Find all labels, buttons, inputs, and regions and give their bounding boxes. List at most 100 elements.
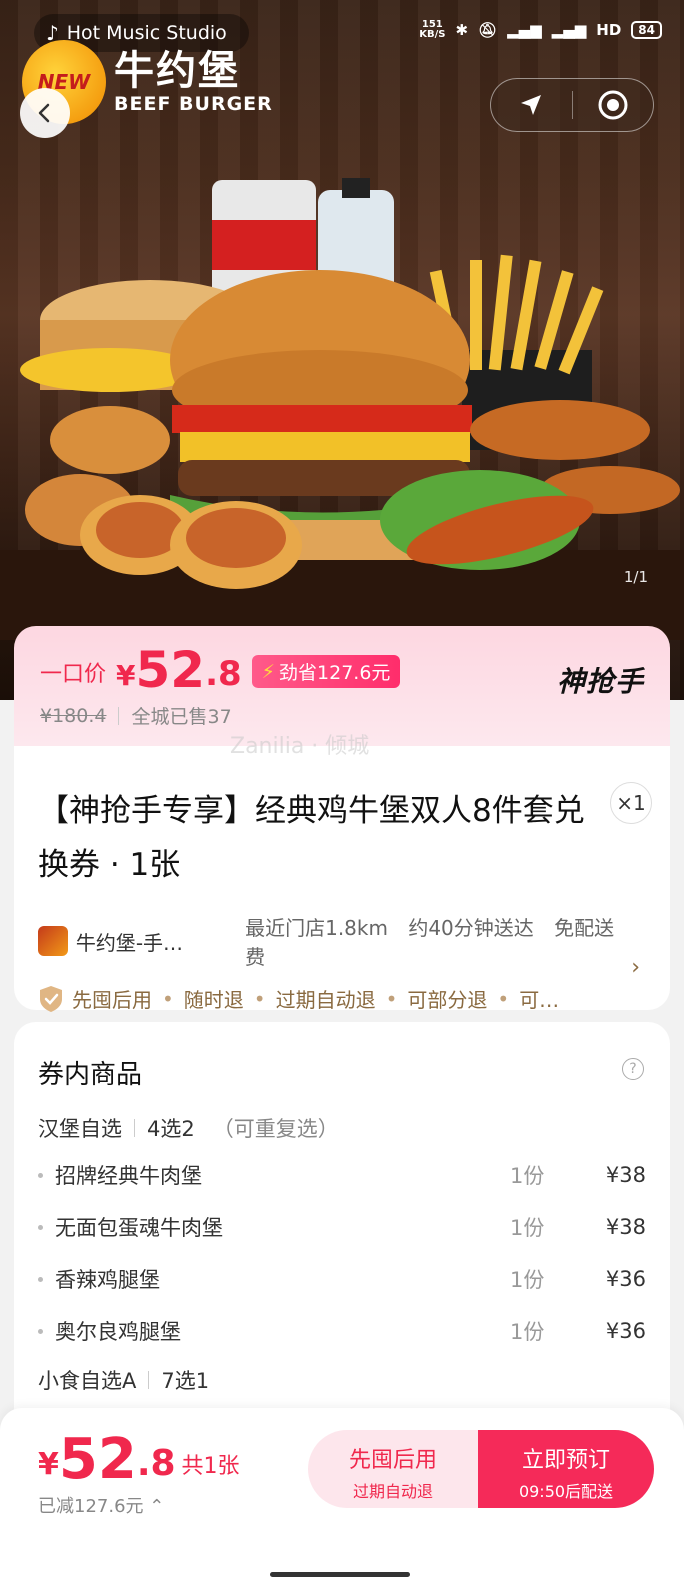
button-label: 先囤后用: [348, 1448, 437, 1473]
shield-check-icon: [40, 985, 62, 1012]
home-indicator[interactable]: [270, 1572, 410, 1577]
network-label: HD: [596, 21, 622, 39]
bottom-safe-area: [0, 1524, 684, 1596]
capsule-menu: [490, 78, 654, 132]
group-hint: （可重复选）: [212, 1117, 339, 1141]
group-header: 汉堡自选 4选2 （可重复选）: [38, 1113, 646, 1143]
saved-amount[interactable]: 已减127.6元 ⌃: [38, 1492, 164, 1518]
item-name: 无面包蛋魂牛肉堡: [55, 1216, 223, 1240]
guarantee-tags[interactable]: 先囤后用 • 随时退 • 过期自动退 • 可部分退 • 可…: [38, 984, 646, 1013]
store-row[interactable]: 牛约堡-手… 最近门店1.8km 约40分钟送达 免配送费: [38, 912, 646, 970]
battery-icon: 84: [631, 21, 662, 39]
bullet: [38, 1276, 43, 1282]
price-label: 一口价: [40, 662, 107, 687]
item-portion: 1份: [510, 1216, 545, 1240]
tag-dot: •: [253, 986, 266, 1011]
item-price: ¥36: [605, 1319, 646, 1343]
target-circle-icon: [598, 90, 628, 120]
network-speed: 151 KB/S: [419, 19, 446, 40]
contents-title: 券内商品: [38, 1060, 143, 1090]
tag-dot: •: [497, 986, 510, 1011]
divider: [118, 706, 120, 725]
buy-now-use-later-button[interactable]: 先囤后用 过期自动退: [308, 1430, 478, 1508]
currency-symbol: ¥: [116, 659, 136, 692]
chevron-up-icon: ⌃: [149, 1496, 165, 1517]
bullet: [38, 1224, 43, 1230]
divider: [134, 1119, 135, 1137]
item-name: 招牌经典牛肉堡: [55, 1164, 202, 1188]
signal-icon: ▂▄▆: [507, 21, 542, 39]
item-name: 奥尔良鸡腿堡: [55, 1320, 181, 1344]
button-label: 立即预订: [521, 1448, 610, 1473]
tag-item: 先囤后用: [72, 988, 152, 1012]
item-price: ¥38: [605, 1163, 646, 1187]
price-decimal: .8: [136, 1443, 176, 1484]
list-item: 奥尔良鸡腿堡 1份 ¥36: [38, 1305, 646, 1357]
price-integer: 52: [135, 641, 206, 699]
tag-dot: •: [385, 986, 398, 1011]
price-decimal: .8: [205, 654, 242, 694]
item-portion: 1份: [510, 1268, 545, 1292]
quantity-badge: ×1: [610, 782, 652, 824]
list-item: 香辣鸡腿堡 1份 ¥36: [38, 1253, 646, 1305]
list-item: 无面包蛋魂牛肉堡 1份 ¥38: [38, 1201, 646, 1253]
brand-name-en: BEEF BURGER: [114, 93, 273, 115]
deal-detail-card: Zanilia · 倾城 【神抢手专享】经典鸡牛堡双人8件套兑换券 · 1张 ×…: [14, 734, 670, 1013]
button-sublabel: 09:50后配送: [518, 1482, 614, 1501]
list-item: 招牌经典牛肉堡 1份 ¥38: [38, 1149, 646, 1201]
price-integer: 52: [58, 1427, 137, 1492]
location-button[interactable]: [491, 78, 572, 132]
store-name: 牛约堡-手…: [75, 930, 184, 955]
original-price: ¥180.4: [40, 704, 107, 727]
group-name: 小食自选A: [38, 1369, 137, 1393]
watermark: Zanilia · 倾城: [230, 734, 370, 759]
gallery-counter: 1/1: [623, 568, 648, 586]
brand-name-cn: 牛约堡: [114, 48, 240, 94]
item-price: ¥36: [605, 1267, 646, 1291]
tag-item: 过期自动退: [275, 988, 376, 1012]
tag-dot: •: [162, 986, 174, 1011]
currency-symbol: ¥: [38, 1447, 59, 1482]
sold-count: 全城已售37: [131, 706, 232, 728]
hero-banner: ♪ Hot Music Studio 151 KB/S ✱ 🔕︎ ▂▄▆ ▂▄▆…: [0, 0, 684, 700]
bluetooth-icon: ✱: [455, 21, 469, 39]
store-distance: 最近门店1.8km: [245, 916, 388, 940]
tag-item: 可部分退: [407, 988, 488, 1012]
close-miniapp-button[interactable]: [573, 78, 654, 132]
bullet: [38, 1328, 43, 1334]
item-name: 香辣鸡腿堡: [55, 1268, 160, 1292]
tag-item: 随时退: [183, 988, 244, 1012]
store-thumbnail: [38, 926, 68, 956]
deal-title: 【神抢手专享】经典鸡牛堡双人8件套兑换券 · 1张: [38, 793, 585, 883]
group-rule: 7选1: [161, 1369, 210, 1393]
voucher-contents-card: 券内商品 ? 汉堡自选 4选2 （可重复选） 招牌经典牛肉堡 1份 ¥38 无面…: [14, 1022, 670, 1442]
bottom-action-bar: ¥ 52 .8 共1张 已减127.6元 ⌃ 先囤后用 过期自动退 立即预订 0…: [0, 1408, 684, 1524]
book-now-button[interactable]: 立即预订 09:50后配送: [478, 1430, 654, 1508]
delivery-time: 约40分钟送达: [408, 916, 534, 940]
mute-icon: 🔕︎: [478, 21, 498, 39]
chevron-left-icon: [38, 103, 50, 123]
item-price: ¥38: [605, 1215, 646, 1239]
status-icons: 151 KB/S ✱ 🔕︎ ▂▄▆ ▂▄▆ HD 84: [419, 20, 662, 40]
button-sublabel: 过期自动退: [352, 1482, 433, 1501]
navigation-arrow-icon: [521, 95, 542, 115]
group-name: 汉堡自选: [38, 1117, 122, 1141]
lightning-icon: ⚡︎: [261, 660, 276, 683]
chevron-right-icon[interactable]: ›: [631, 955, 640, 980]
combo-food-image: [0, 178, 684, 640]
group-header: 小食自选A 7选1: [38, 1365, 646, 1395]
shenqiangshou-logo: 神抢手: [556, 665, 644, 698]
back-button[interactable]: [20, 88, 70, 138]
savings-tag: ⚡︎ 劲省127.6元: [251, 655, 401, 688]
divider: [148, 1371, 150, 1389]
signal-icon-2: ▂▄▆: [551, 21, 587, 39]
item-portion: 1份: [510, 1320, 545, 1344]
item-portion: 1份: [510, 1164, 545, 1188]
tag-item: 可…: [519, 988, 560, 1012]
group-rule: 4选2: [147, 1117, 195, 1141]
bullet: [38, 1172, 43, 1178]
total-price: ¥ 52 .8 共1张: [38, 1432, 240, 1488]
help-icon[interactable]: ?: [622, 1058, 644, 1080]
item-list: 招牌经典牛肉堡 1份 ¥38 无面包蛋魂牛肉堡 1份 ¥38 香辣鸡腿堡 1份 …: [38, 1149, 646, 1357]
voucher-count: 共1张: [181, 1454, 240, 1479]
